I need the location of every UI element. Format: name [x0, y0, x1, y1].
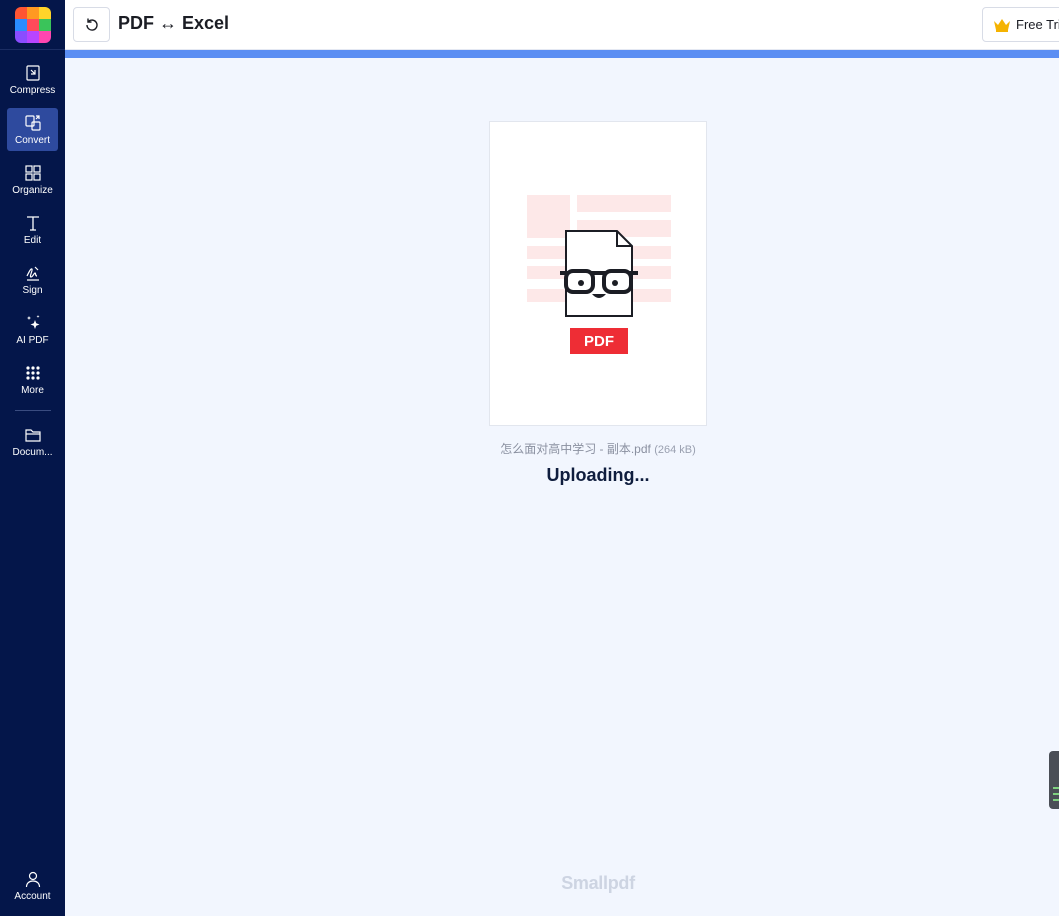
sidebar-item-convert[interactable]: Convert — [7, 108, 58, 151]
more-grid-icon — [25, 365, 40, 380]
upload-progress-bar — [65, 50, 1059, 58]
sidebar-item-label: Docum... — [12, 446, 53, 458]
sidebar-divider — [14, 410, 51, 411]
user-icon — [25, 871, 40, 888]
organize-icon — [24, 164, 41, 181]
sidebar-item-sign[interactable]: Sign — [7, 258, 58, 301]
logo-divider — [0, 49, 65, 50]
compress-icon — [25, 64, 40, 81]
file-name: 怎么面对高中学习 - 副本.pdf — [500, 442, 651, 456]
smallpdf-logo[interactable] — [14, 7, 51, 43]
sidebar-item-label: AI PDF — [16, 334, 49, 346]
convert-icon — [24, 114, 41, 131]
sidebar-item-more[interactable]: More — [7, 358, 58, 401]
sidebar-item-label: Account — [14, 891, 51, 902]
sidebar-item-documents[interactable]: Docum... — [7, 420, 58, 463]
sign-icon — [25, 266, 39, 281]
sparkle-icon — [26, 314, 39, 329]
file-preview-card: PDF — [489, 121, 707, 426]
sidebar-item-compress[interactable]: Compress — [7, 58, 58, 101]
sidebar-item-ai-pdf[interactable]: AI PDF — [7, 308, 58, 351]
sidebar: Compress Convert Organize Edit Sign AI P… — [0, 0, 65, 916]
page-title: PDF ↔ Excel — [118, 13, 230, 33]
pdf-badge-label: PDF — [584, 333, 614, 350]
upload-status: Uploading... — [546, 465, 650, 485]
sidebar-item-label: Edit — [23, 234, 42, 246]
undo-icon — [85, 18, 98, 31]
file-name-line: 怎么面对高中学习 - 副本.pdf (264 kB) — [489, 440, 707, 457]
sidebar-item-label: More — [21, 384, 44, 396]
free-trial-label: Free Tri — [1016, 17, 1059, 32]
sidebar-item-edit[interactable]: Edit — [7, 208, 58, 251]
sidebar-item-label: Sign — [22, 284, 43, 296]
sidebar-item-organize[interactable]: Organize — [7, 158, 58, 201]
edit-text-icon — [26, 215, 39, 231]
side-widget-handle[interactable] — [1049, 751, 1059, 809]
sidebar-item-account[interactable]: Account — [7, 866, 58, 906]
reset-button[interactable] — [73, 7, 110, 42]
free-trial-button[interactable]: Free Tri — [982, 7, 1059, 42]
sidebar-item-label: Organize — [12, 184, 53, 196]
folder-icon — [24, 428, 41, 442]
sidebar-item-label: Convert — [14, 134, 50, 146]
pdf-mascot-illustration: PDF — [527, 195, 671, 354]
crown-icon — [994, 18, 1010, 32]
file-size: (264 kB) — [654, 444, 696, 456]
sidebar-nav: Compress Convert Organize Edit Sign AI P… — [7, 58, 58, 470]
sidebar-item-label: Compress — [9, 84, 56, 96]
brand-watermark: Smallpdf — [561, 873, 635, 893]
top-header: PDF ↔ Excel Free Tri — [65, 0, 1059, 50]
